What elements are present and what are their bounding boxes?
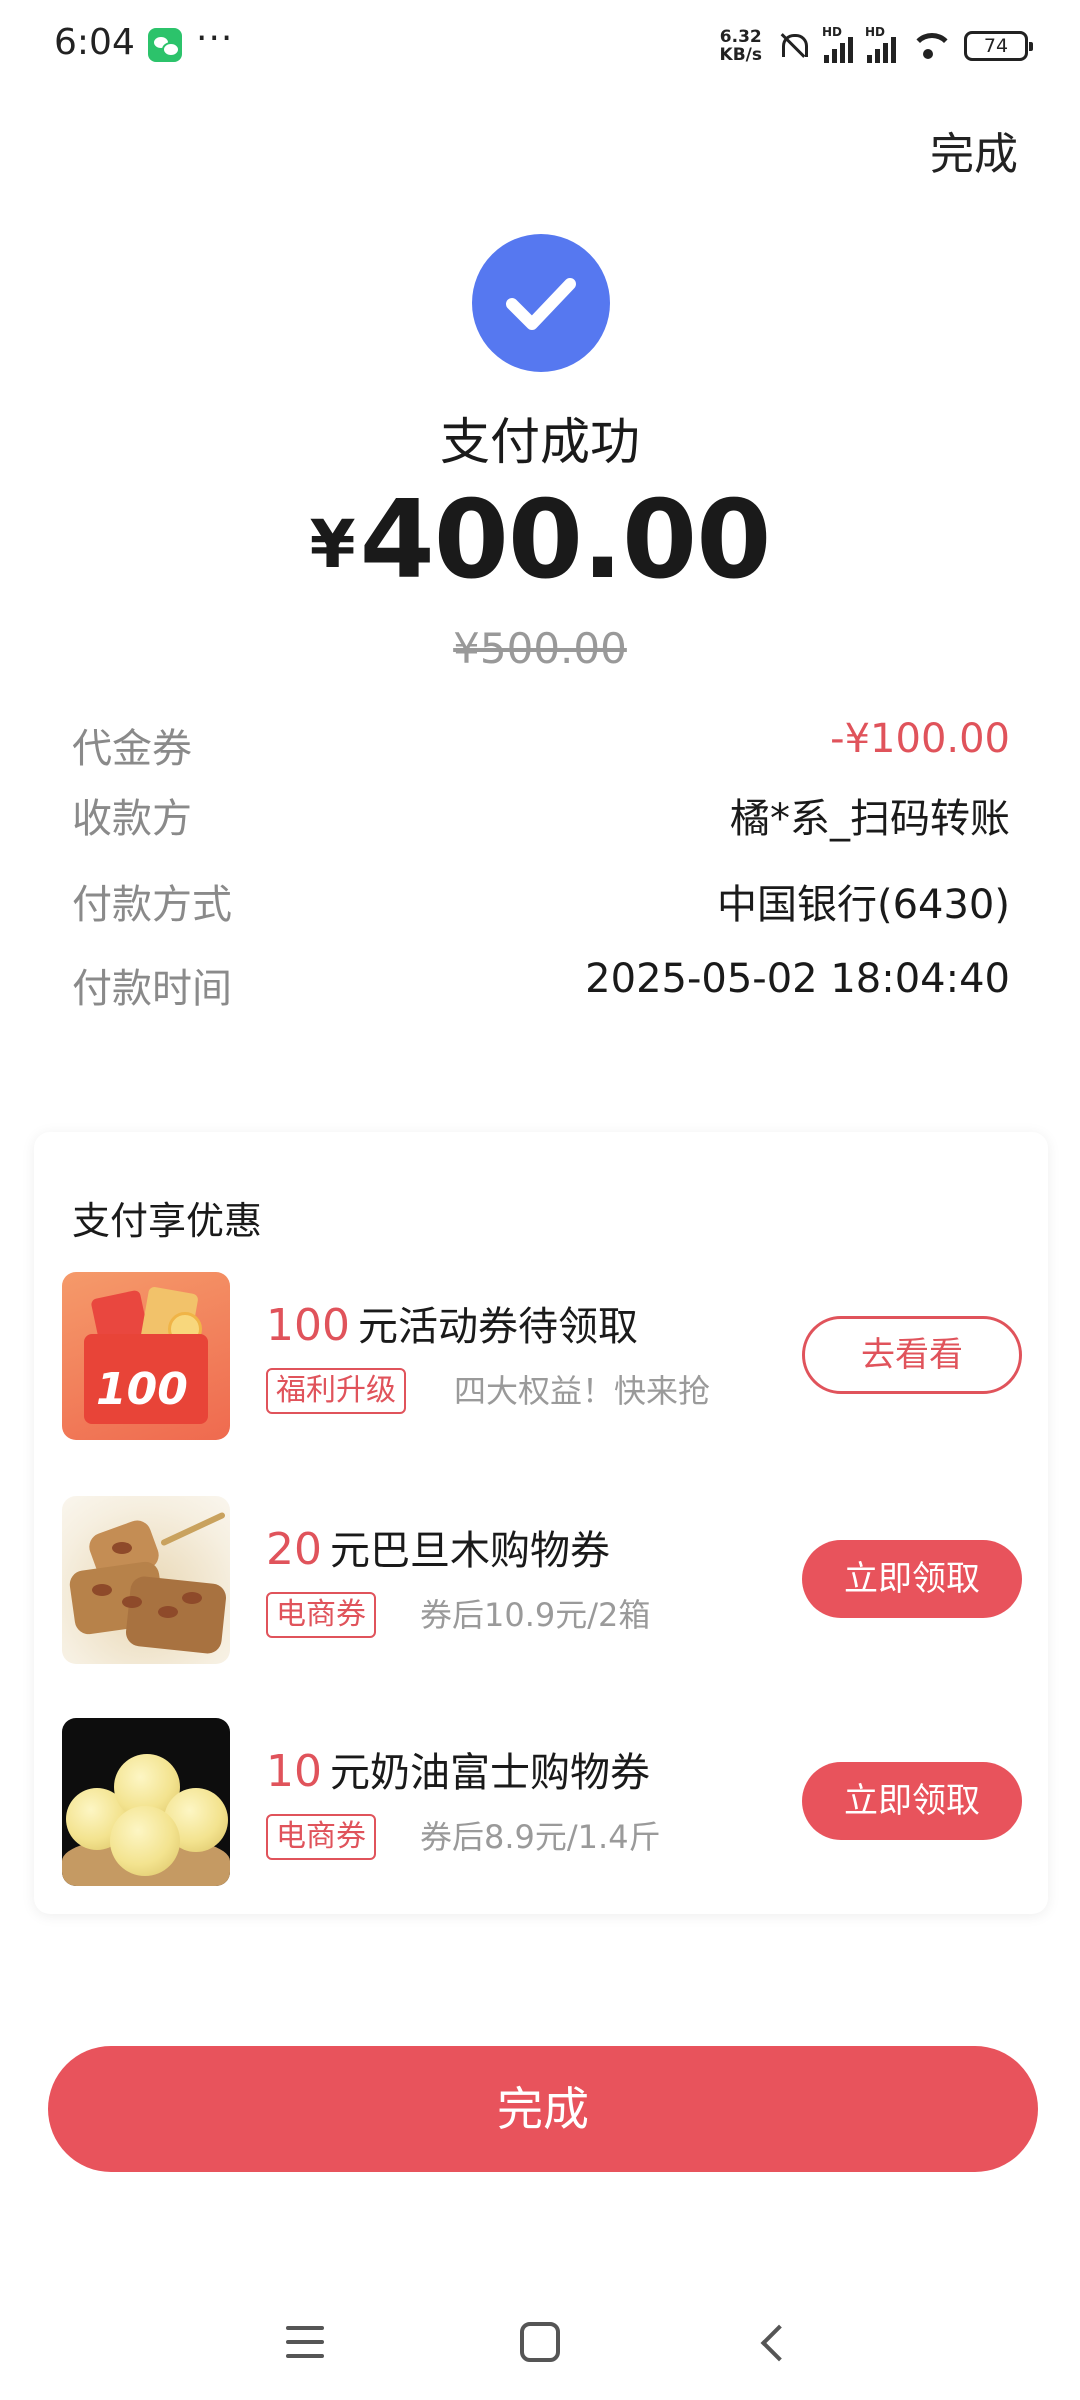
promo-item-amount: 10 [266, 1746, 322, 1797]
payment-success-page: 6:04 ··· 6.32 KB/s HD HD 74 完成 支付成功 ¥400… [0, 0, 1080, 2400]
detail-row-payee: 收款方 橘*系_扫码转账 [72, 786, 1010, 846]
thumbnail-text: 100 [96, 1364, 188, 1415]
coupon-box-thumbnail: 100 [62, 1272, 230, 1440]
detail-value: 中国银行(6430) [716, 882, 1010, 928]
hd-label: HD [822, 25, 843, 39]
promo-item-subtitle: 券后10.9元/2箱 [420, 1596, 651, 1634]
recent-apps-icon[interactable] [286, 2326, 324, 2358]
promo-item[interactable]: 20 元巴旦木购物券 电商券 券后10.9元/2箱 立即领取 [62, 1496, 1022, 1666]
promo-card: 支付享优惠 100 100元活动券待领取 福利升级 四大权益！快来抢 去看看 [34, 1132, 1048, 1914]
promo-item-tag: 电商券 [266, 1814, 376, 1860]
detail-value: -¥100.00 [830, 716, 1010, 762]
detail-row-payment-method: 付款方式 中国银行(6430) [72, 872, 1010, 932]
hd-label: HD [865, 25, 886, 39]
promo-item-subtitle: 四大权益！快来抢 [454, 1372, 711, 1410]
status-bar: 6:04 ··· 6.32 KB/s HD HD 74 [0, 0, 1080, 90]
claim-button[interactable]: 立即领取 [802, 1762, 1022, 1840]
almond-crisp-thumbnail [62, 1496, 230, 1664]
fuji-apple-thumbnail [62, 1718, 230, 1886]
promo-item-name: 元活动券待领取 [357, 1304, 638, 1350]
promo-item-title: 20 元巴旦木购物券 [266, 1518, 610, 1576]
network-speed-unit: KB/s [719, 45, 762, 65]
amount-value: 400.00 [359, 478, 772, 603]
network-speed: 6.32 KB/s [720, 28, 762, 64]
payment-status-title: 支付成功 [440, 413, 640, 471]
promo-item-tag: 电商券 [266, 1592, 376, 1638]
signal-2-icon: HD [865, 25, 896, 63]
detail-label: 付款时间 [72, 966, 232, 1012]
paid-amount: ¥400.00 [0, 478, 1080, 603]
promo-item-subtitle: 券后8.9元/1.4斤 [420, 1818, 661, 1856]
top-done-button[interactable]: 完成 [930, 118, 1018, 182]
original-amount: ¥500.00 [453, 624, 627, 673]
wechat-notification-icon [148, 28, 182, 62]
wifi-icon [910, 29, 950, 63]
promo-item-amount: 100 [266, 1300, 350, 1351]
promo-item[interactable]: 10 元奶油富士购物券 电商券 券后8.9元/1.4斤 立即领取 [62, 1718, 1022, 1888]
network-speed-value: 6.32 [719, 27, 762, 47]
more-notifications-icon: ··· [196, 18, 234, 59]
back-icon[interactable] [756, 2324, 792, 2360]
success-check-icon [472, 234, 610, 372]
promo-item-name: 元奶油富士购物券 [330, 1750, 650, 1796]
mute-bell-icon [776, 28, 810, 64]
done-button[interactable]: 完成 [48, 2046, 1038, 2172]
promo-item[interactable]: 100 100 元活动券待领取 福利升级 四大权益！快来抢 去看看 [62, 1272, 1022, 1442]
system-nav-bar [0, 2300, 1080, 2400]
promo-item-title: 10 元奶油富士购物券 [266, 1740, 650, 1798]
detail-value: 橘*系_扫码转账 [730, 796, 1010, 842]
promo-item-name: 元巴旦木购物券 [330, 1528, 610, 1574]
detail-label: 代金券 [72, 726, 192, 772]
detail-label: 付款方式 [72, 882, 232, 928]
currency-symbol: ¥ [309, 506, 356, 583]
promo-item-amount: 20 [266, 1524, 322, 1575]
promo-item-tag: 福利升级 [266, 1368, 406, 1414]
promo-title: 支付享优惠 [72, 1199, 263, 1243]
detail-value: 2025-05-02 18:04:40 [585, 956, 1010, 1002]
claim-button[interactable]: 立即领取 [802, 1540, 1022, 1618]
promo-item-title: 100 元活动券待领取 [266, 1294, 638, 1352]
battery-icon: 74 [964, 31, 1033, 61]
detail-row-payment-time: 付款时间 2025-05-02 18:04:40 [72, 956, 1010, 1016]
status-indicators: 6.32 KB/s HD HD 74 [720, 25, 1033, 66]
signal-1-icon: HD [822, 25, 853, 63]
detail-row-voucher: 代金券 -¥100.00 [72, 716, 1010, 776]
home-icon[interactable] [520, 2322, 560, 2362]
detail-label: 收款方 [72, 796, 192, 842]
view-button[interactable]: 去看看 [802, 1316, 1022, 1394]
status-time: 6:04 [54, 22, 135, 63]
